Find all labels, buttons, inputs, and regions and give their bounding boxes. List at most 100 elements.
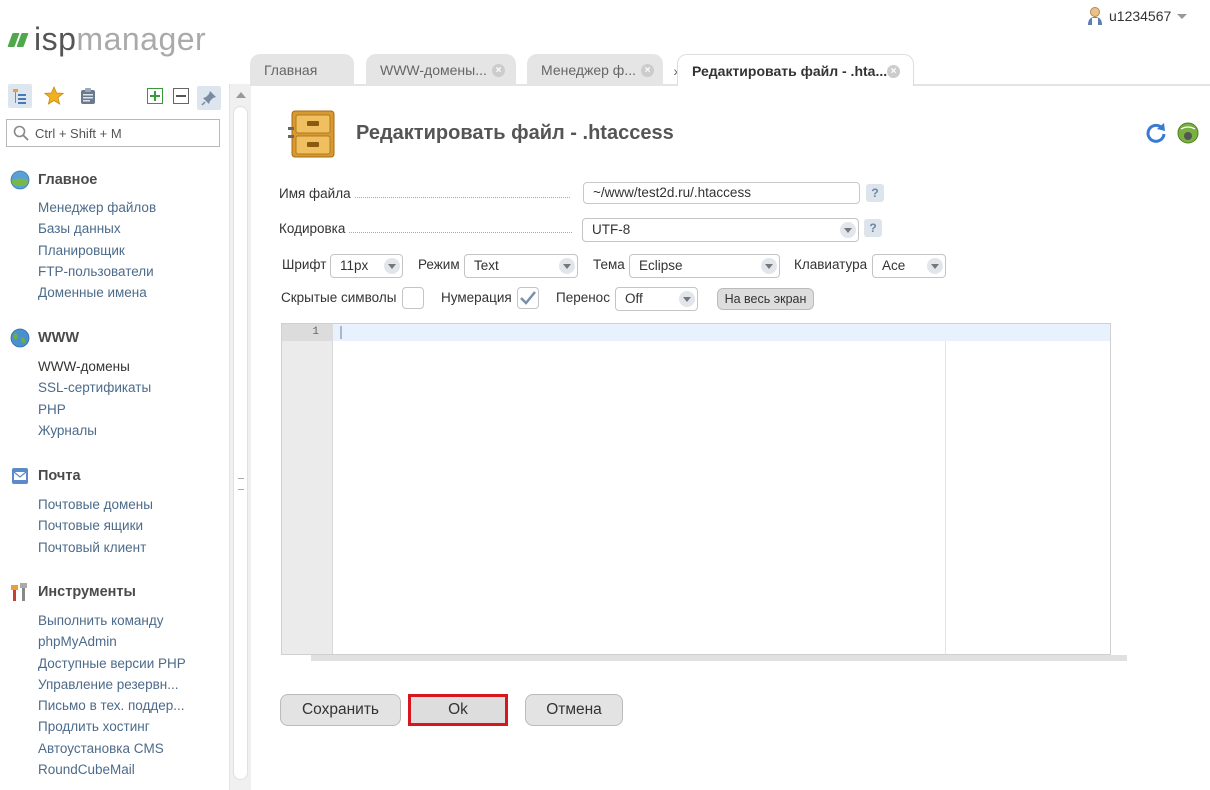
sidebar-item-ftp-users[interactable]: FTP-пользователи [38,261,220,282]
editor-horizontal-scrollbar[interactable] [311,655,1127,661]
chevron-down-icon [761,258,777,274]
help-globe-icon[interactable] [1176,121,1200,145]
mail-icon [12,468,28,484]
sidebar-item-php[interactable]: PHP [38,399,220,420]
keyboard-value: Ace [882,258,906,273]
section-www-title: WWW [38,330,80,346]
sidebar-toolbar [8,84,100,108]
sidebar-item-execute-command[interactable]: Выполнить команду [38,610,220,631]
font-size-value: 11px [340,258,369,273]
theme-label: Тема [593,257,625,272]
sidebar-scrollbar[interactable] [229,84,251,790]
sidebar-item-cms-install[interactable]: Автоустановка CMS [38,738,220,759]
file-cabinet-icon [288,110,335,158]
ok-button[interactable]: Ok [408,694,508,726]
save-button[interactable]: Сохранить [280,694,401,726]
tab-file-manager[interactable]: Менеджер ф... × › [527,54,678,86]
sidebar-search [6,119,220,147]
pin-icon[interactable] [197,86,221,110]
sidebar-item-mailboxes[interactable]: Почтовые ящики [38,515,220,536]
refresh-icon[interactable] [1145,122,1167,144]
sidebar-item-databases[interactable]: Базы данных [38,218,220,239]
favorites-star-icon[interactable] [42,84,66,108]
section-tools: Инструменты Выполнить команду phpMyAdmin… [10,581,220,780]
tab-edit-file[interactable]: Редактировать файл - .hta... × [677,54,914,86]
section-mail: Почта Почтовые домены Почтовые ящики Поч… [10,465,220,558]
section-www-header[interactable]: WWW [10,327,220,349]
sidebar-item-ssl-certificates[interactable]: SSL-сертификаты [38,377,220,398]
filename-help-button[interactable]: ? [866,184,884,202]
cancel-button[interactable]: Отмена [525,694,623,726]
encoding-help-button[interactable]: ? [864,219,882,237]
font-size-select[interactable]: 11px [330,254,403,278]
numbering-checkbox[interactable] [517,287,539,309]
sidebar-item-mail-client[interactable]: Почтовый клиент [38,537,220,558]
sidebar-item-phpmyadmin[interactable]: phpMyAdmin [38,631,220,652]
code-editor[interactable]: 1 [281,323,1111,655]
help-icon: ? [871,186,879,200]
dotted-leader [354,197,570,198]
chevron-down-icon [384,258,400,274]
www-globe-icon [10,328,30,348]
wrap-select[interactable]: Off [615,287,698,311]
line-number: 1 [282,324,333,341]
sidebar-item-domain-names[interactable]: Доменные имена [38,282,220,303]
encoding-value: UTF-8 [592,222,631,237]
user-avatar-icon [1088,7,1102,25]
section-main-header[interactable]: Главное [10,169,220,191]
sidebar-item-renew-hosting[interactable]: Продлить хостинг [38,716,220,737]
resize-grip-icon[interactable] [238,478,244,490]
section-mail-header[interactable]: Почта [10,465,220,487]
close-icon[interactable]: × [492,64,505,77]
search-icon [13,125,29,141]
sidebar-item-scheduler[interactable]: Планировщик [38,240,220,261]
expand-all-icon[interactable] [145,86,165,106]
wrap-value: Off [625,291,643,306]
encoding-select[interactable]: UTF-8 [582,218,859,242]
sidebar-item-backup[interactable]: Управление резервн... [38,674,220,695]
close-icon[interactable]: × [887,65,900,78]
sidebar-item-mail-domains[interactable]: Почтовые домены [38,494,220,515]
filename-label: Имя файла [279,186,351,201]
tree-view-icon[interactable] [8,84,32,108]
print-margin [945,341,946,654]
mode-label: Режим [418,257,460,272]
search-input[interactable] [35,125,205,141]
sidebar-item-file-manager[interactable]: Менеджер файлов [38,197,220,218]
fullscreen-button[interactable]: На весь экран [717,288,814,310]
sidebar-item-logs[interactable]: Журналы [38,420,220,441]
tab-home[interactable]: Главная [250,54,354,86]
logo-bars-icon [7,30,30,48]
user-menu[interactable]: u1234567 [1086,6,1188,26]
scrollbar-thumb[interactable] [233,106,248,780]
mode-value: Text [474,258,499,273]
section-mail-title: Почта [38,468,81,484]
collapse-all-icon[interactable] [171,86,191,106]
numbering-label: Нумерация [441,290,512,305]
isp-manager-logo[interactable]: isp manager [7,20,206,57]
mode-select[interactable]: Text [464,254,578,278]
filename-label-row: Имя файла [279,186,570,201]
tab-home-label: Главная [264,62,318,78]
scroll-up-icon[interactable] [236,92,246,98]
clipboard-icon[interactable] [76,84,100,108]
tab-www-domains[interactable]: WWW-домены... × › [366,54,532,86]
sidebar-item-php-versions[interactable]: Доступные версии PHP [38,653,220,674]
close-icon[interactable]: × [641,64,654,77]
theme-value: Eclipse [639,258,683,273]
sidebar-item-roundcube[interactable]: RoundCubeMail [38,759,220,780]
tab-edit-file-label: Редактировать файл - .hta... [692,62,888,79]
encoding-label: Кодировка [279,221,346,236]
filename-field[interactable]: ~/www/test2d.ru/.htaccess [583,182,860,204]
theme-select[interactable]: Eclipse [629,254,780,278]
checkmark-icon [520,291,536,305]
sidebar-item-support-letter[interactable]: Письмо в тех. поддер... [38,695,220,716]
text-cursor [340,326,342,339]
page-title: Редактировать файл - .htaccess [356,122,674,144]
logo-isp-text: isp [34,20,77,57]
keyboard-select[interactable]: Ace [872,254,946,278]
section-tools-header[interactable]: Инструменты [10,581,220,603]
hidden-chars-checkbox[interactable] [402,287,424,309]
sidebar-item-www-domains[interactable]: WWW-домены [38,356,220,377]
hidden-chars-label: Скрытые символы [281,290,397,305]
